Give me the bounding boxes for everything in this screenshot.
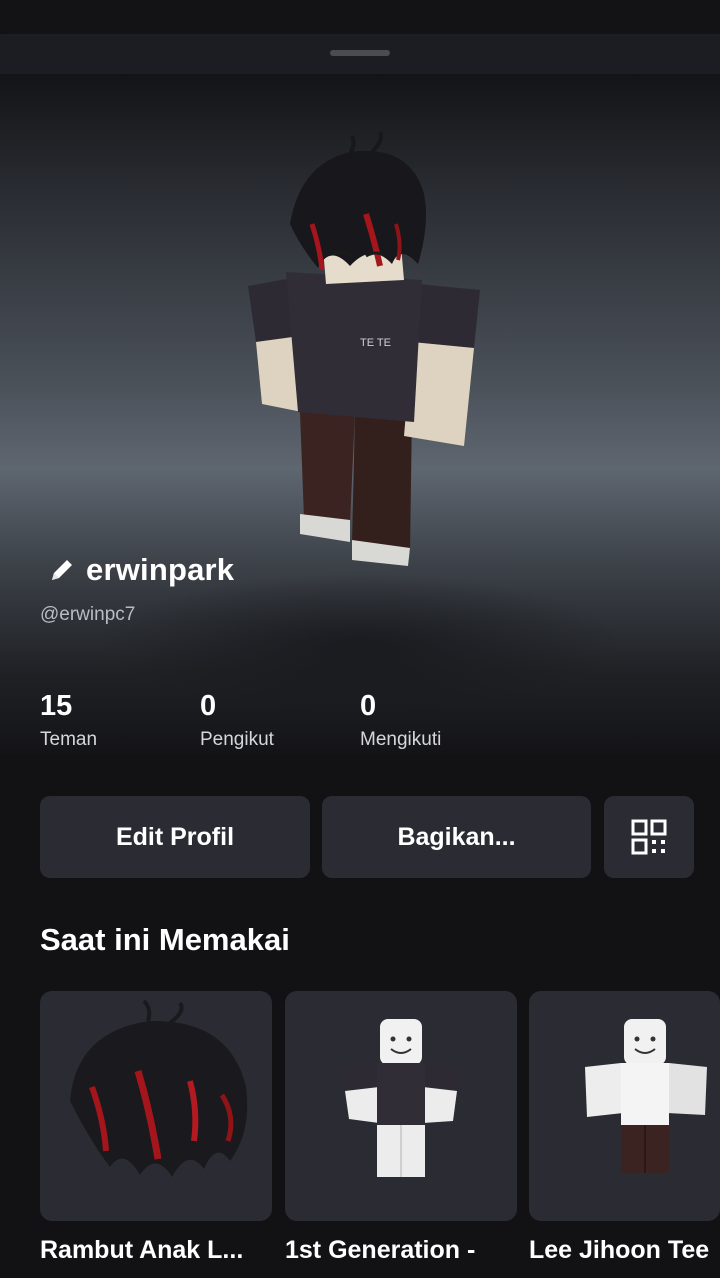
avatar-shirt-print: TE TE: [360, 337, 391, 349]
qr-code-icon: [631, 819, 667, 855]
display-name: erwinpark: [86, 552, 235, 587]
status-bar-area: [0, 0, 720, 34]
wearing-item-card[interactable]: [285, 991, 517, 1221]
hair-accessory-icon: [70, 999, 248, 1177]
currently-wearing-title: Saat ini Memakai: [40, 922, 290, 957]
wearing-item-name[interactable]: Lee Jihoon Tee: [529, 1236, 720, 1265]
stat-value: 0: [200, 690, 217, 722]
edit-profile-button[interactable]: Edit Profil: [40, 796, 310, 878]
stat-followers[interactable]: 0 Pengikut: [200, 690, 274, 751]
stat-friends[interactable]: 15 Teman: [40, 690, 97, 751]
avatar-hero[interactable]: TE TE erwinpark @erwinpc7 15 Teman 0 Pen…: [0, 74, 720, 754]
shirt-avatar-icon: [343, 1019, 461, 1177]
pencil-icon[interactable]: [46, 554, 78, 586]
stat-following[interactable]: 0 Mengikuti: [360, 690, 441, 751]
avatar-figure: TE TE: [248, 131, 480, 566]
wearing-item-name[interactable]: 1st Generation -: [285, 1236, 517, 1265]
wearing-item-card[interactable]: [529, 991, 720, 1221]
display-name-row[interactable]: erwinpark: [46, 552, 234, 588]
stat-label: Mengikuti: [360, 729, 442, 750]
stat-label: Pengikut: [200, 729, 274, 750]
tshirt-avatar-icon: [585, 1019, 707, 1173]
stat-value: 0: [360, 690, 377, 722]
stats-row: 15 Teman 0 Pengikut 0 Mengikuti: [0, 690, 720, 754]
username: @erwinpc7: [40, 604, 136, 625]
stat-value: 15: [40, 690, 73, 722]
sheet-drag-handle[interactable]: [330, 50, 390, 56]
share-button[interactable]: Bagikan...: [322, 796, 591, 878]
qr-code-button[interactable]: [604, 796, 694, 878]
wearing-item-card[interactable]: [40, 991, 272, 1221]
stat-label: Teman: [40, 729, 98, 750]
wearing-item-name[interactable]: Rambut Anak L...: [40, 1236, 272, 1265]
